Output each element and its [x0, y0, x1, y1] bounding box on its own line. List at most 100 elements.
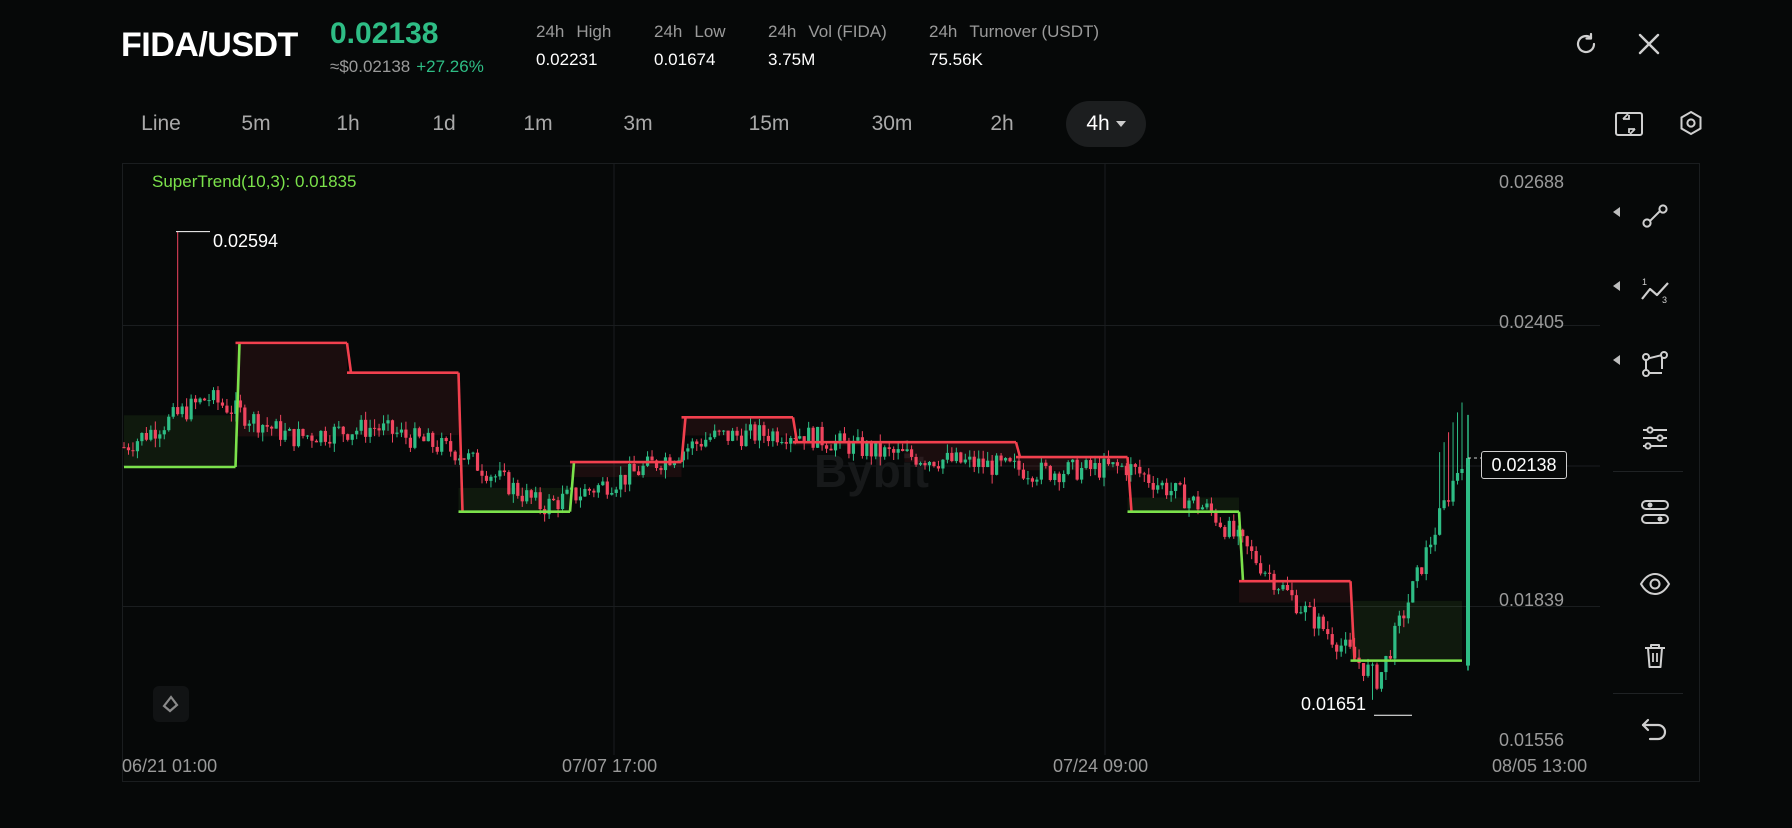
trend-count-tool-icon[interactable]: 13 — [1638, 273, 1672, 307]
supertrend-line — [345, 342, 353, 373]
tab-2h[interactable]: 2h — [974, 101, 1030, 147]
candle-body — [1080, 467, 1084, 480]
expand-caret-icon[interactable] — [1613, 207, 1620, 217]
eye-icon[interactable] — [1638, 567, 1672, 601]
candle-body — [704, 439, 708, 447]
candle-body — [310, 435, 314, 441]
candle-body — [484, 475, 489, 481]
candle-body — [829, 448, 833, 451]
candle-body — [1402, 615, 1406, 619]
candle-body — [757, 425, 762, 441]
pair-title: FIDA/USDT — [121, 26, 298, 64]
candle-body — [717, 430, 721, 432]
candle-body — [1442, 500, 1446, 509]
candle-body — [1433, 534, 1437, 545]
candle-body — [444, 438, 448, 442]
candle-body — [493, 476, 498, 478]
tab-4h[interactable]: 4h — [1066, 101, 1146, 147]
tab-30m[interactable]: 30m — [864, 101, 920, 147]
candle-body — [990, 460, 994, 475]
supertrend-fill — [124, 342, 1462, 661]
candle-body — [126, 447, 131, 451]
candle-body — [1227, 520, 1231, 537]
candle-body — [475, 452, 480, 471]
candle-body — [1232, 520, 1236, 537]
candle-body — [261, 424, 265, 433]
tab-1d[interactable]: 1d — [416, 101, 472, 147]
line-tool-icon[interactable] — [1638, 199, 1672, 233]
candle-body — [314, 440, 319, 443]
candle-body — [623, 474, 627, 485]
candle-body — [122, 447, 126, 449]
stat-volume: 24h Vol (FIDA) 3.75M — [768, 22, 899, 70]
candle-body — [149, 429, 153, 440]
candle-body — [1097, 463, 1102, 478]
candle-body — [632, 464, 636, 472]
candle-body — [252, 414, 256, 424]
candle-body — [498, 470, 502, 477]
candle-body — [596, 485, 600, 493]
candle-body — [1057, 473, 1061, 483]
candle-body — [1366, 664, 1370, 676]
candle-body — [538, 492, 542, 510]
indicator-label: SuperTrend(10,3): 0.01835 — [152, 172, 357, 191]
candle-body — [319, 430, 323, 443]
candle-body — [762, 425, 766, 436]
indicator-settings-icon[interactable] — [1638, 495, 1672, 529]
stat-label: High — [576, 22, 612, 41]
tab-3m[interactable]: 3m — [610, 101, 666, 147]
candle-body — [171, 407, 175, 417]
candle-body — [780, 442, 784, 444]
candle-body — [431, 432, 435, 447]
tab-5m[interactable]: 5m — [228, 101, 284, 147]
price-change-percent: +27.26% — [416, 57, 484, 76]
candle-body — [323, 430, 327, 442]
supertrend-band — [347, 372, 459, 436]
expand-caret-icon[interactable] — [1613, 281, 1620, 291]
tab-1h[interactable]: 1h — [320, 101, 376, 147]
supertrend-band — [1239, 581, 1351, 603]
candle-body — [216, 390, 220, 403]
expand-caret-icon[interactable] — [1613, 355, 1620, 365]
y-tick-label: 0.02688 — [1499, 172, 1565, 192]
tab-line[interactable]: Line — [120, 101, 202, 147]
candle-body — [1017, 460, 1021, 470]
tab-1m[interactable]: 1m — [510, 101, 566, 147]
candle-body — [637, 471, 641, 476]
candle-body — [256, 414, 260, 433]
candle-body — [185, 406, 189, 420]
candle-body — [471, 452, 475, 454]
candle-body — [1330, 634, 1334, 645]
candle-body — [243, 407, 247, 426]
candle-body — [789, 438, 793, 444]
candle-body — [708, 437, 712, 440]
candle-body — [211, 390, 216, 401]
candle-body — [341, 426, 345, 435]
candle-body — [1460, 468, 1464, 473]
candle-body — [811, 427, 815, 448]
candle-body — [1169, 490, 1173, 496]
candle-body — [364, 419, 368, 437]
candle-body — [775, 431, 779, 443]
candle-body — [1466, 458, 1470, 666]
candle-body — [918, 463, 923, 465]
candle-body — [726, 430, 730, 441]
undo-icon[interactable] — [1638, 711, 1672, 745]
price-chart[interactable]: Bybit — [122, 163, 1600, 755]
candle-body — [355, 430, 359, 435]
tab-15m[interactable]: 15m — [746, 101, 792, 147]
candle-body — [1111, 462, 1115, 465]
candle-body — [1133, 464, 1137, 467]
adjust-sliders-icon[interactable] — [1638, 421, 1672, 455]
close-icon[interactable] — [1635, 30, 1663, 58]
candle-body — [332, 426, 336, 444]
shape-tool-icon[interactable] — [1638, 347, 1672, 381]
stat-high: 24h High 0.02231 — [536, 22, 623, 70]
fullscreen-toggle-icon[interactable] — [1614, 110, 1643, 138]
settings-hexagon-icon[interactable] — [1677, 109, 1705, 137]
candle-body — [301, 428, 305, 436]
trash-icon[interactable] — [1638, 639, 1672, 673]
refresh-icon[interactable] — [1572, 30, 1600, 58]
candle-body — [511, 482, 515, 495]
stat-value: 0.02231 — [536, 50, 598, 69]
